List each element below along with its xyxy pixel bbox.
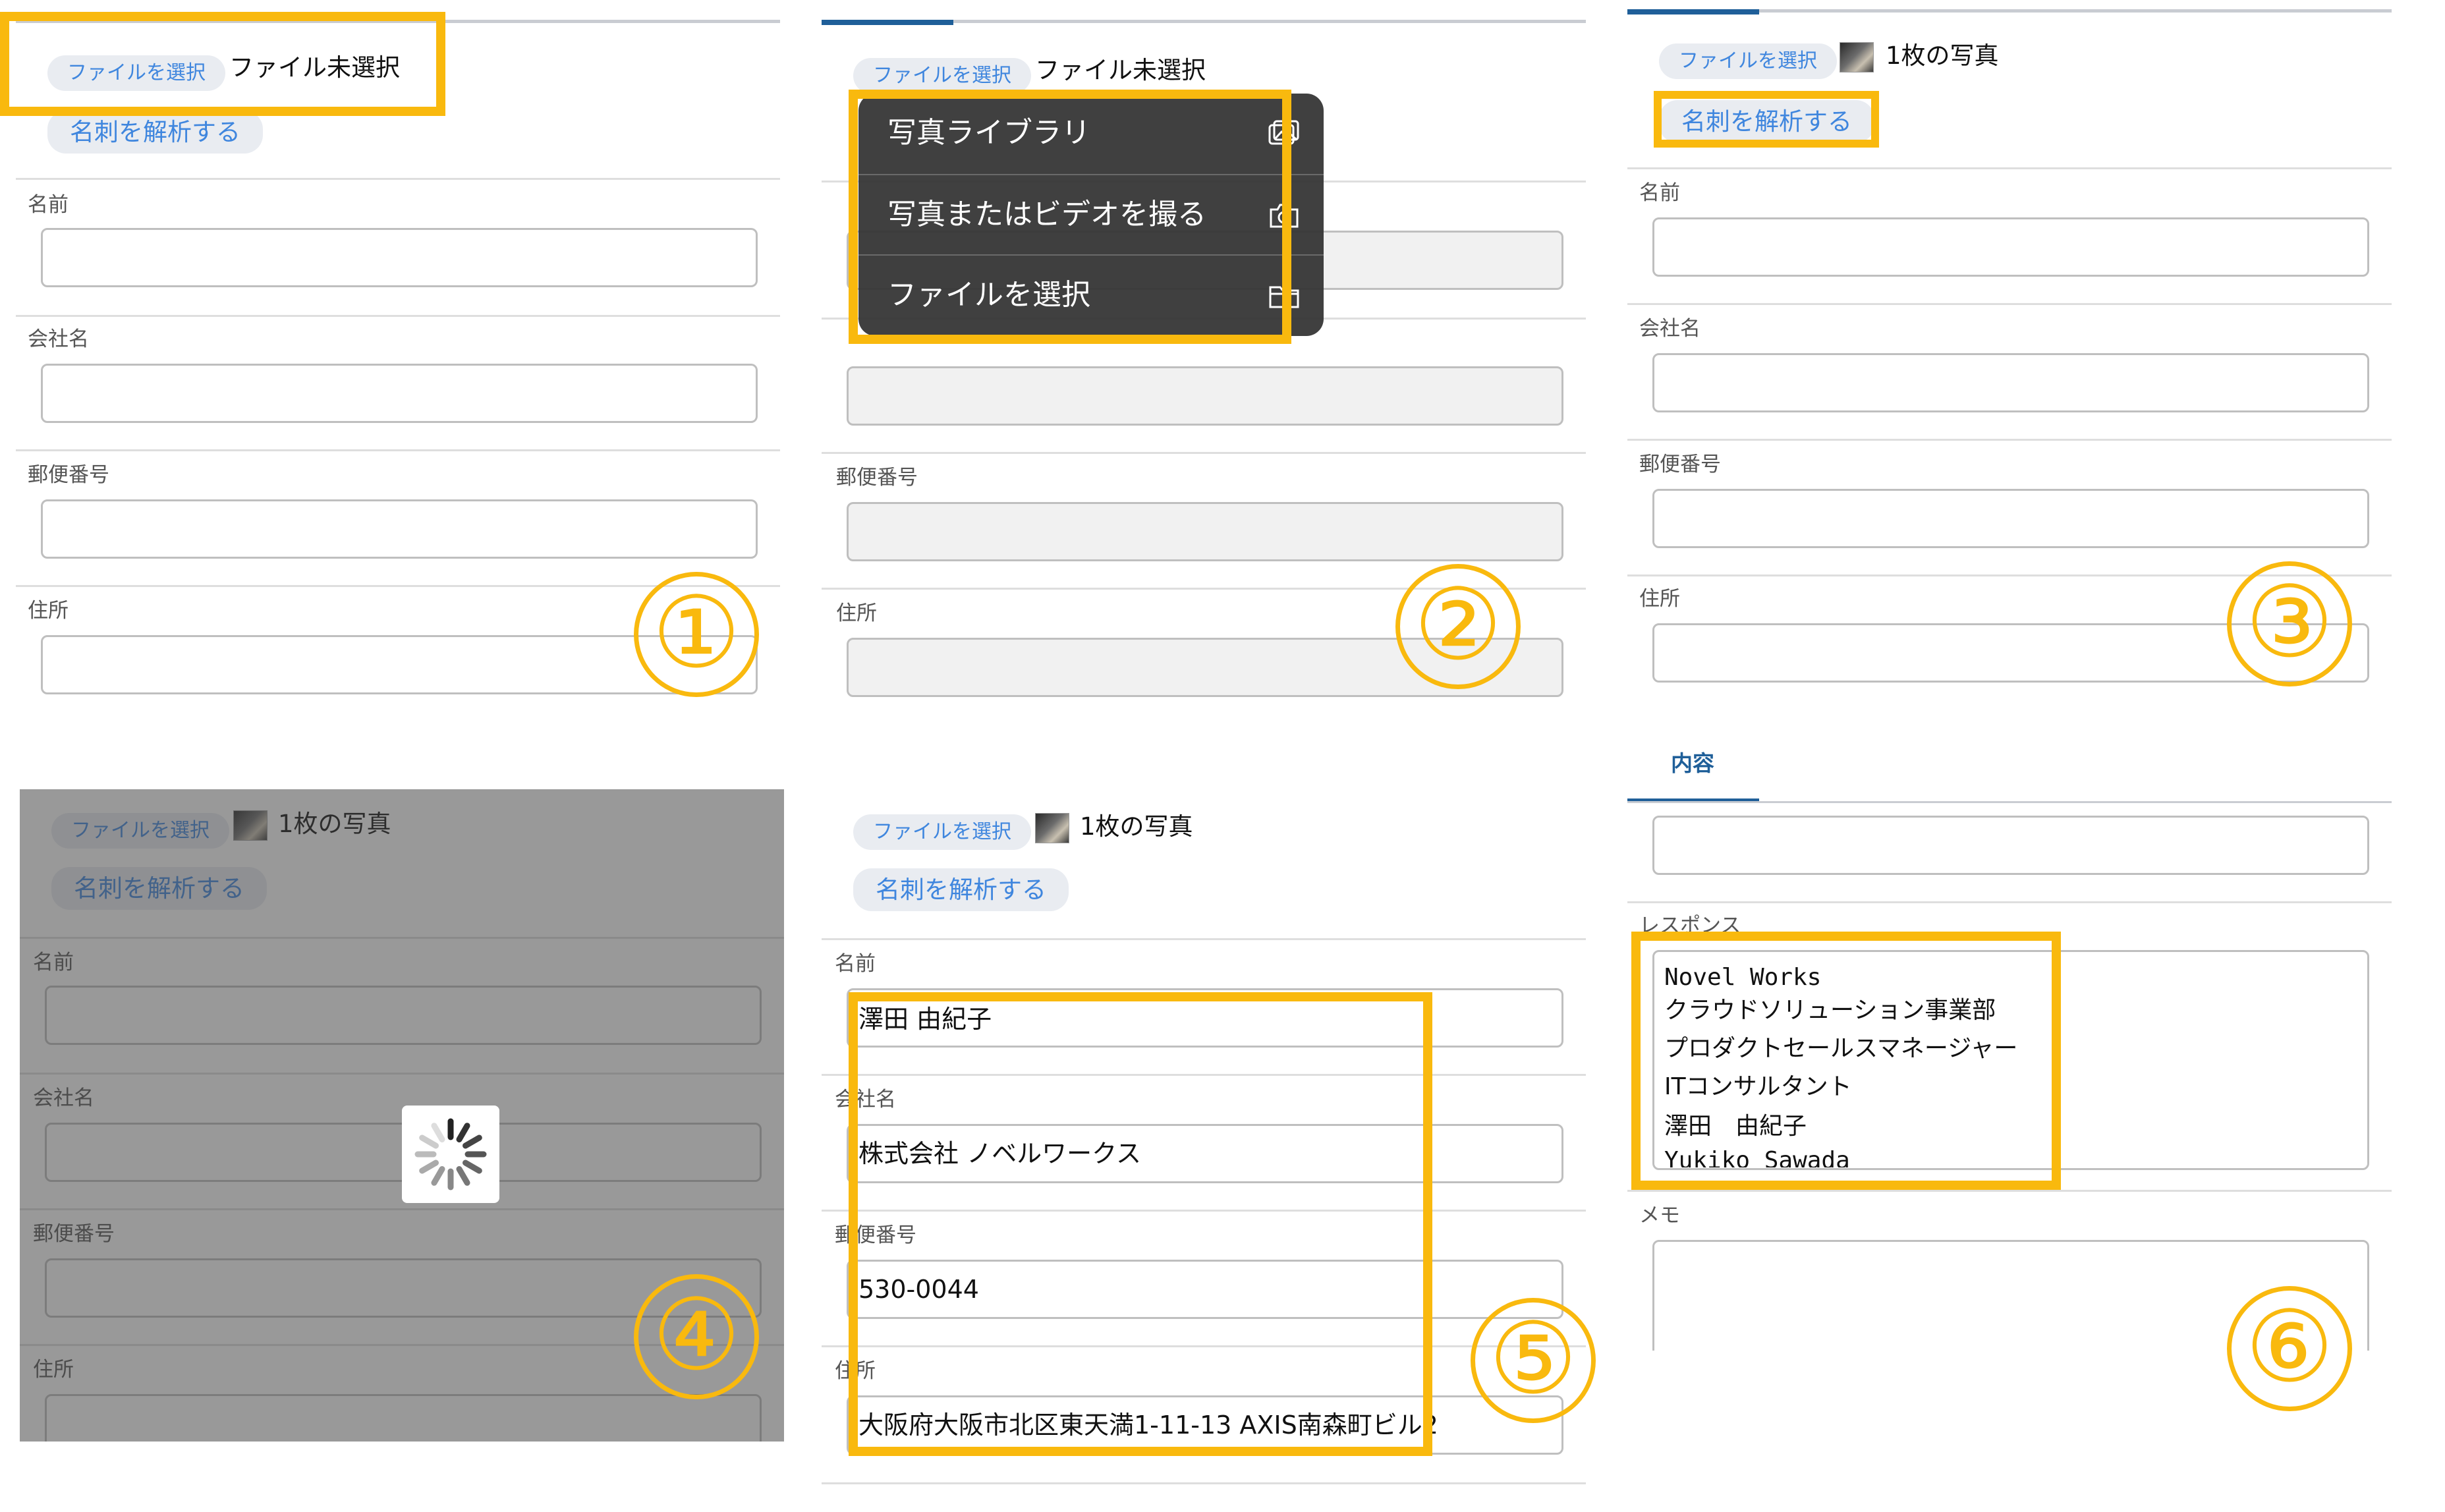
spinner-icon	[414, 1118, 487, 1190]
company-input[interactable]	[41, 364, 758, 423]
address-label: 住所	[836, 602, 877, 625]
divider	[822, 1482, 1586, 1484]
highlight-box	[849, 90, 1291, 344]
step-number-1: ①	[634, 572, 759, 697]
divider	[822, 938, 1586, 940]
highlight-box	[1654, 91, 1879, 148]
name-label: 名前	[1639, 181, 1680, 205]
highlight-box	[849, 992, 1432, 1456]
postal-label: 郵便番号	[836, 466, 918, 490]
step-number-5: ⑤	[1471, 1298, 1596, 1423]
tab-underline	[1627, 9, 1759, 14]
file-status-text: 1枚の写真	[1080, 812, 1193, 841]
tab-bar-border	[1627, 801, 2392, 803]
postal-label: 郵便番号	[28, 463, 109, 487]
address-label: 住所	[1639, 587, 1680, 611]
divider	[16, 178, 780, 180]
analyze-card-button[interactable]: 名刺を解析する	[47, 111, 263, 154]
name-label: 名前	[835, 952, 876, 976]
company-input[interactable]	[1652, 353, 2369, 412]
postal-input[interactable]	[847, 502, 1563, 561]
divider	[822, 452, 1586, 454]
name-input[interactable]	[41, 228, 758, 287]
file-status-text: 1枚の写真	[1886, 42, 1999, 70]
name-input[interactable]	[1652, 217, 2369, 277]
divider	[16, 449, 780, 451]
file-select-button[interactable]: ファイルを選択	[853, 814, 1031, 850]
highlight-box	[1631, 932, 2061, 1190]
tab-underline	[822, 20, 953, 25]
content-input[interactable]	[1652, 816, 2369, 875]
file-select-button[interactable]: ファイルを選択	[853, 58, 1031, 94]
divider	[1627, 439, 2392, 441]
postal-input[interactable]	[1652, 489, 2369, 548]
step-number-2: ②	[1395, 564, 1521, 689]
postal-label: 郵便番号	[1639, 453, 1721, 476]
step-number-3: ③	[2227, 561, 2352, 686]
analyze-card-button[interactable]: 名刺を解析する	[853, 868, 1069, 911]
name-label: 名前	[28, 193, 69, 217]
file-select-button[interactable]: ファイルを選択	[1659, 43, 1837, 79]
tab-content[interactable]: 内容	[1671, 752, 1714, 774]
photo-thumbnail	[1035, 813, 1069, 843]
company-input[interactable]	[847, 366, 1563, 426]
divider	[1627, 1190, 2392, 1192]
address-label: 住所	[28, 599, 69, 623]
photo-thumbnail	[1840, 42, 1874, 72]
divider	[1627, 167, 2392, 169]
company-label: 会社名	[28, 327, 89, 351]
divider	[1627, 303, 2392, 305]
step-number-6: ⑥	[2227, 1286, 2352, 1411]
file-status-text: ファイル未選択	[1035, 56, 1206, 84]
step-number-4: ④	[634, 1274, 759, 1399]
divider	[1627, 901, 2392, 903]
memo-label: メモ	[1639, 1204, 1680, 1227]
postal-input[interactable]	[41, 499, 758, 559]
company-label: 会社名	[1639, 317, 1700, 341]
divider	[16, 315, 780, 317]
highlight-box	[0, 12, 445, 116]
loading-spinner	[402, 1106, 499, 1203]
